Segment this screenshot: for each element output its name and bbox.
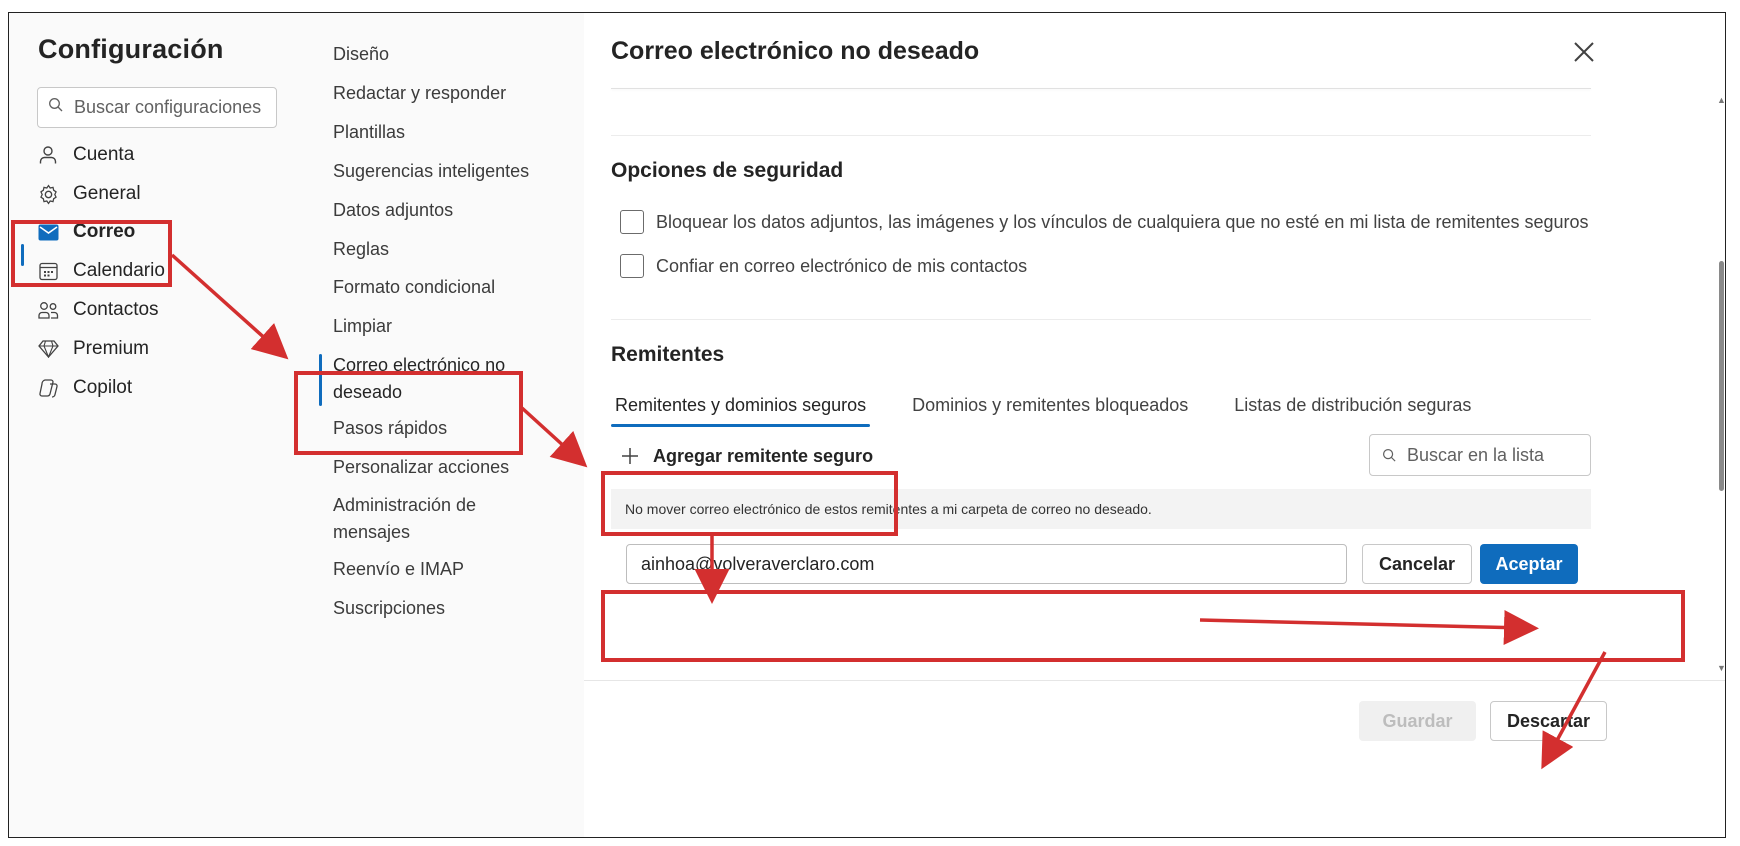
nav-item-label: General bbox=[73, 183, 141, 204]
add-safe-sender-button[interactable]: Agregar remitente seguro bbox=[621, 438, 873, 474]
nav-item-correo[interactable]: Correo bbox=[37, 217, 135, 247]
panel-title: Correo electrónico no deseado bbox=[611, 37, 980, 65]
accept-button[interactable]: Aceptar bbox=[1480, 544, 1578, 584]
menu-item-limpiar[interactable]: Limpiar bbox=[333, 313, 543, 340]
cancel-button[interactable]: Cancelar bbox=[1362, 544, 1472, 584]
scrollbar-thumb[interactable] bbox=[1719, 261, 1724, 491]
mail-icon bbox=[37, 221, 59, 243]
option-block-attachments[interactable]: Bloquear los datos adjuntos, las imágene… bbox=[620, 210, 1589, 234]
menu-item-sugerencias[interactable]: Sugerencias inteligentes bbox=[333, 158, 543, 185]
nav-item-label: Cuenta bbox=[73, 144, 135, 165]
nav-item-label: Correo bbox=[73, 221, 136, 242]
list-search[interactable] bbox=[1369, 434, 1591, 476]
menu-item-diseno[interactable]: Diseño bbox=[333, 41, 543, 68]
calendar-icon bbox=[37, 260, 59, 282]
menu-item-formato[interactable]: Formato condicional bbox=[333, 274, 543, 301]
mail-settings-menu: Diseño Redactar y responder Plantillas S… bbox=[309, 13, 584, 837]
list-search-input[interactable] bbox=[1405, 443, 1579, 467]
person-icon bbox=[37, 144, 59, 166]
nav-item-label: Premium bbox=[73, 338, 150, 359]
checkbox[interactable] bbox=[620, 254, 644, 278]
menu-item-reenvio[interactable]: Reenvío e IMAP bbox=[333, 556, 543, 583]
menu-item-redactar[interactable]: Redactar y responder bbox=[333, 80, 543, 107]
divider bbox=[611, 319, 1591, 320]
menu-item-pasos[interactable]: Pasos rápidos bbox=[333, 415, 543, 442]
settings-dialog: Configuración Cuenta General Correo bbox=[8, 12, 1726, 838]
menu-item-reglas[interactable]: Reglas bbox=[333, 236, 543, 263]
nav-item-label: Contactos bbox=[73, 299, 159, 320]
nav-item-premium[interactable]: Premium bbox=[37, 334, 149, 364]
security-heading: Opciones de seguridad bbox=[611, 159, 844, 182]
scroll-up-arrow[interactable]: ▲ bbox=[1717, 95, 1725, 105]
junk-mail-panel: Correo electrónico no deseado Opciones d… bbox=[584, 13, 1725, 837]
checkbox[interactable] bbox=[620, 210, 644, 234]
settings-title: Configuración bbox=[38, 34, 224, 64]
close-button[interactable] bbox=[1567, 35, 1601, 69]
menu-item-administracion[interactable]: Administración de mensajes bbox=[333, 492, 503, 546]
people-icon bbox=[37, 299, 59, 321]
active-indicator bbox=[21, 244, 24, 266]
menu-active-indicator bbox=[319, 354, 322, 406]
senders-heading: Remitentes bbox=[611, 343, 725, 366]
info-text: No mover correo electrónico de estos rem… bbox=[611, 489, 1591, 529]
divider bbox=[611, 135, 1591, 136]
menu-item-adjuntos[interactable]: Datos adjuntos bbox=[333, 197, 543, 224]
nav-item-label: Copilot bbox=[73, 377, 133, 398]
menu-item-suscripciones[interactable]: Suscripciones bbox=[333, 595, 543, 622]
close-icon bbox=[1574, 42, 1594, 62]
nav-item-cuenta[interactable]: Cuenta bbox=[37, 140, 134, 170]
menu-item-correo-no-deseado[interactable]: Correo electrónico no deseado bbox=[333, 352, 518, 406]
option-trust-contacts[interactable]: Confiar en correo electrónico de mis con… bbox=[620, 254, 1027, 278]
menu-item-plantillas[interactable]: Plantillas bbox=[333, 119, 543, 146]
settings-sidebar: Configuración Cuenta General Correo bbox=[9, 13, 309, 837]
tab-blocked-senders[interactable]: Dominios y remitentes bloqueados bbox=[908, 393, 1192, 427]
nav-item-general[interactable]: General bbox=[37, 179, 141, 209]
search-icon bbox=[1382, 448, 1396, 462]
divider bbox=[584, 680, 1725, 681]
senders-tabs: Remitentes y dominios seguros Dominios y… bbox=[611, 393, 1513, 427]
tab-safe-senders[interactable]: Remitentes y dominios seguros bbox=[611, 393, 871, 427]
diamond-icon bbox=[37, 338, 59, 360]
nav-item-contactos[interactable]: Contactos bbox=[37, 295, 159, 325]
scroll-down-arrow[interactable]: ▼ bbox=[1717, 663, 1725, 673]
tab-safe-lists[interactable]: Listas de distribución seguras bbox=[1230, 393, 1475, 427]
plus-icon bbox=[622, 448, 638, 464]
menu-item-personalizar[interactable]: Personalizar acciones bbox=[333, 454, 543, 481]
add-safe-sender-label: Agregar remitente seguro bbox=[653, 445, 874, 466]
save-button[interactable]: Guardar bbox=[1359, 701, 1476, 741]
option-label: Confiar en correo electrónico de mis con… bbox=[656, 255, 1028, 276]
safe-sender-input[interactable] bbox=[626, 544, 1347, 584]
settings-search-input[interactable] bbox=[72, 96, 266, 119]
search-icon bbox=[48, 97, 64, 118]
settings-search[interactable] bbox=[37, 87, 277, 128]
copilot-icon bbox=[37, 377, 59, 399]
option-label: Bloquear los datos adjuntos, las imágene… bbox=[656, 211, 1589, 232]
divider bbox=[611, 88, 1591, 89]
gear-icon bbox=[37, 183, 59, 205]
nav-item-calendario[interactable]: Calendario bbox=[37, 256, 165, 286]
nav-item-copilot[interactable]: Copilot bbox=[37, 373, 132, 403]
nav-item-label: Calendario bbox=[73, 260, 165, 281]
discard-button[interactable]: Descartar bbox=[1490, 701, 1607, 741]
